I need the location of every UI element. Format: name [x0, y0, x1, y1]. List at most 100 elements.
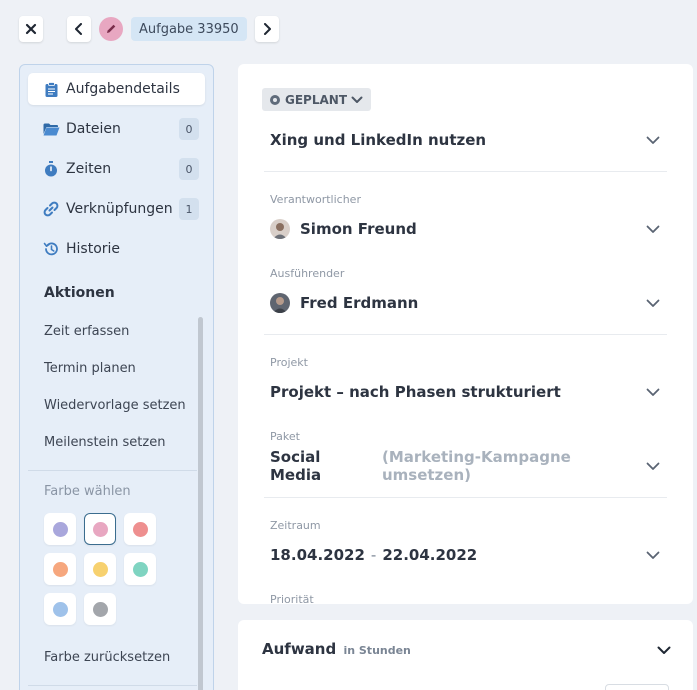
task-title: Xing und LinkedIn nutzen	[270, 131, 487, 149]
history-icon	[42, 240, 60, 258]
divider	[264, 334, 667, 335]
period-start: 18.04.2022	[270, 546, 365, 564]
divider	[28, 685, 197, 686]
next-task-button[interactable]	[254, 16, 279, 42]
task-color-indicator[interactable]	[99, 17, 123, 41]
task-details-panel: GEPLANT Xing und LinkedIn nutzen Verantw…	[238, 64, 693, 604]
links-count-badge: 1	[179, 198, 199, 220]
color-swatch[interactable]	[124, 513, 156, 545]
color-picker-label: Farbe wählen	[44, 483, 131, 499]
responsible-label: Verantwortlicher	[270, 193, 361, 206]
effort-title-text: Aufwand	[262, 640, 337, 658]
color-swatch[interactable]	[44, 593, 76, 625]
sidebar-item-label: Dateien	[66, 121, 121, 137]
action-wiedervorlage-setzen[interactable]: Wiedervorlage setzen	[28, 387, 205, 424]
package-parent: (Marketing-Kampagne umsetzen)	[381, 448, 571, 484]
link-icon	[42, 200, 60, 218]
reset-color-button[interactable]: Farbe zurücksetzen	[28, 639, 205, 676]
effort-unit: in Stunden	[343, 644, 411, 657]
stopwatch-icon	[42, 160, 60, 178]
project-label: Projekt	[270, 356, 308, 369]
color-dot	[132, 521, 148, 537]
action-meilenstein-setzen[interactable]: Meilenstein setzen	[28, 424, 205, 461]
color-dot	[92, 521, 108, 537]
divider	[264, 171, 667, 172]
avatar	[270, 219, 290, 239]
close-button[interactable]	[19, 16, 43, 42]
responsible-name: Simon Freund	[300, 220, 417, 238]
assignee-name: Fred Erdmann	[300, 294, 419, 312]
sidebar-scrollbar[interactable]	[198, 317, 203, 690]
actions-title: Aktionen	[44, 285, 115, 301]
color-swatch[interactable]	[44, 553, 76, 585]
pencil-icon	[107, 24, 116, 33]
color-dot	[52, 521, 68, 537]
chevron-down-icon[interactable]	[643, 291, 663, 315]
chevron-down-icon[interactable]	[643, 380, 663, 404]
period-label: Zeitraum	[270, 519, 321, 532]
task-title-field[interactable]: Xing und LinkedIn nutzen	[270, 128, 663, 152]
avatar	[270, 293, 290, 313]
color-dot	[52, 601, 68, 617]
times-count-badge: 0	[179, 158, 199, 180]
assignee-field[interactable]: Ausführender Fred Erdmann	[270, 267, 663, 315]
status-label: GEPLANT	[285, 92, 348, 107]
chevron-down-icon[interactable]	[643, 454, 663, 478]
status-icon	[270, 94, 280, 105]
package-field[interactable]: Paket Social Media (Marketing-Kampagne u…	[270, 430, 663, 484]
close-icon	[25, 23, 37, 35]
sidebar-item-label: Aufgabendetails	[66, 81, 180, 97]
chevron-down-icon	[351, 96, 363, 103]
sidebar-item-verknuepfungen[interactable]: Verknüpfungen 1	[28, 193, 205, 225]
files-count-badge: 0	[179, 118, 199, 140]
period-field[interactable]: Zeitraum 18.04.2022 - 22.04.2022	[270, 519, 663, 567]
color-swatch[interactable]	[84, 593, 116, 625]
sidebar-item-aufgabendetails[interactable]: Aufgabendetails	[28, 73, 205, 105]
top-bar: Aufgabe 33950	[19, 16, 279, 42]
responsible-field[interactable]: Verantwortlicher Simon Freund	[270, 193, 663, 241]
color-swatch[interactable]	[124, 553, 156, 585]
previous-task-button[interactable]	[67, 16, 91, 42]
project-field[interactable]: Projekt Projekt – nach Phasen strukturie…	[270, 356, 663, 404]
sidebar-item-label: Zeiten	[66, 161, 112, 177]
effort-title: Aufwand in Stunden	[262, 640, 411, 658]
sidebar-item-zeiten[interactable]: Zeiten 0	[28, 153, 205, 185]
sidebar-item-historie[interactable]: Historie	[28, 233, 205, 265]
color-swatch[interactable]	[84, 513, 116, 545]
color-dot	[92, 561, 108, 577]
effort-panel[interactable]: Aufwand in Stunden	[238, 620, 693, 690]
sidebar-item-label: Verknüpfungen	[66, 201, 173, 217]
package-label: Paket	[270, 430, 300, 443]
folder-icon	[42, 120, 60, 138]
action-zeit-erfassen[interactable]: Zeit erfassen	[28, 313, 205, 350]
period-end: 22.04.2022	[382, 546, 478, 564]
clipboard-icon	[42, 80, 60, 98]
sidebar: Aufgabendetails Dateien 0 Zeiten 0 Verkn…	[19, 64, 214, 690]
divider	[264, 497, 667, 498]
assignee-label: Ausführender	[270, 267, 345, 280]
period-separator: -	[370, 546, 377, 564]
chevron-down-icon[interactable]	[643, 217, 663, 241]
color-dot	[132, 561, 148, 577]
priority-field[interactable]: Priorität	[270, 593, 663, 604]
chevron-right-icon	[263, 23, 271, 35]
effort-input[interactable]	[605, 684, 669, 690]
status-dropdown[interactable]: GEPLANT	[262, 88, 372, 111]
chevron-down-icon[interactable]	[643, 543, 663, 567]
divider	[28, 470, 197, 471]
color-swatch[interactable]	[44, 513, 76, 545]
action-termin-planen[interactable]: Termin planen	[28, 350, 205, 387]
color-swatch[interactable]	[84, 553, 116, 585]
color-dot	[52, 561, 68, 577]
sidebar-item-dateien[interactable]: Dateien 0	[28, 113, 205, 145]
task-id-badge: Aufgabe 33950	[131, 17, 247, 41]
chevron-down-icon[interactable]	[643, 128, 663, 152]
chevron-left-icon	[75, 23, 82, 35]
priority-label: Priorität	[270, 593, 314, 604]
sidebar-item-label: Historie	[66, 241, 121, 257]
package-value: Social Media	[270, 448, 322, 484]
color-dot	[92, 601, 108, 617]
color-swatches	[28, 503, 205, 625]
chevron-down-icon[interactable]	[657, 640, 671, 659]
project-value: Projekt – nach Phasen strukturiert	[270, 383, 561, 401]
